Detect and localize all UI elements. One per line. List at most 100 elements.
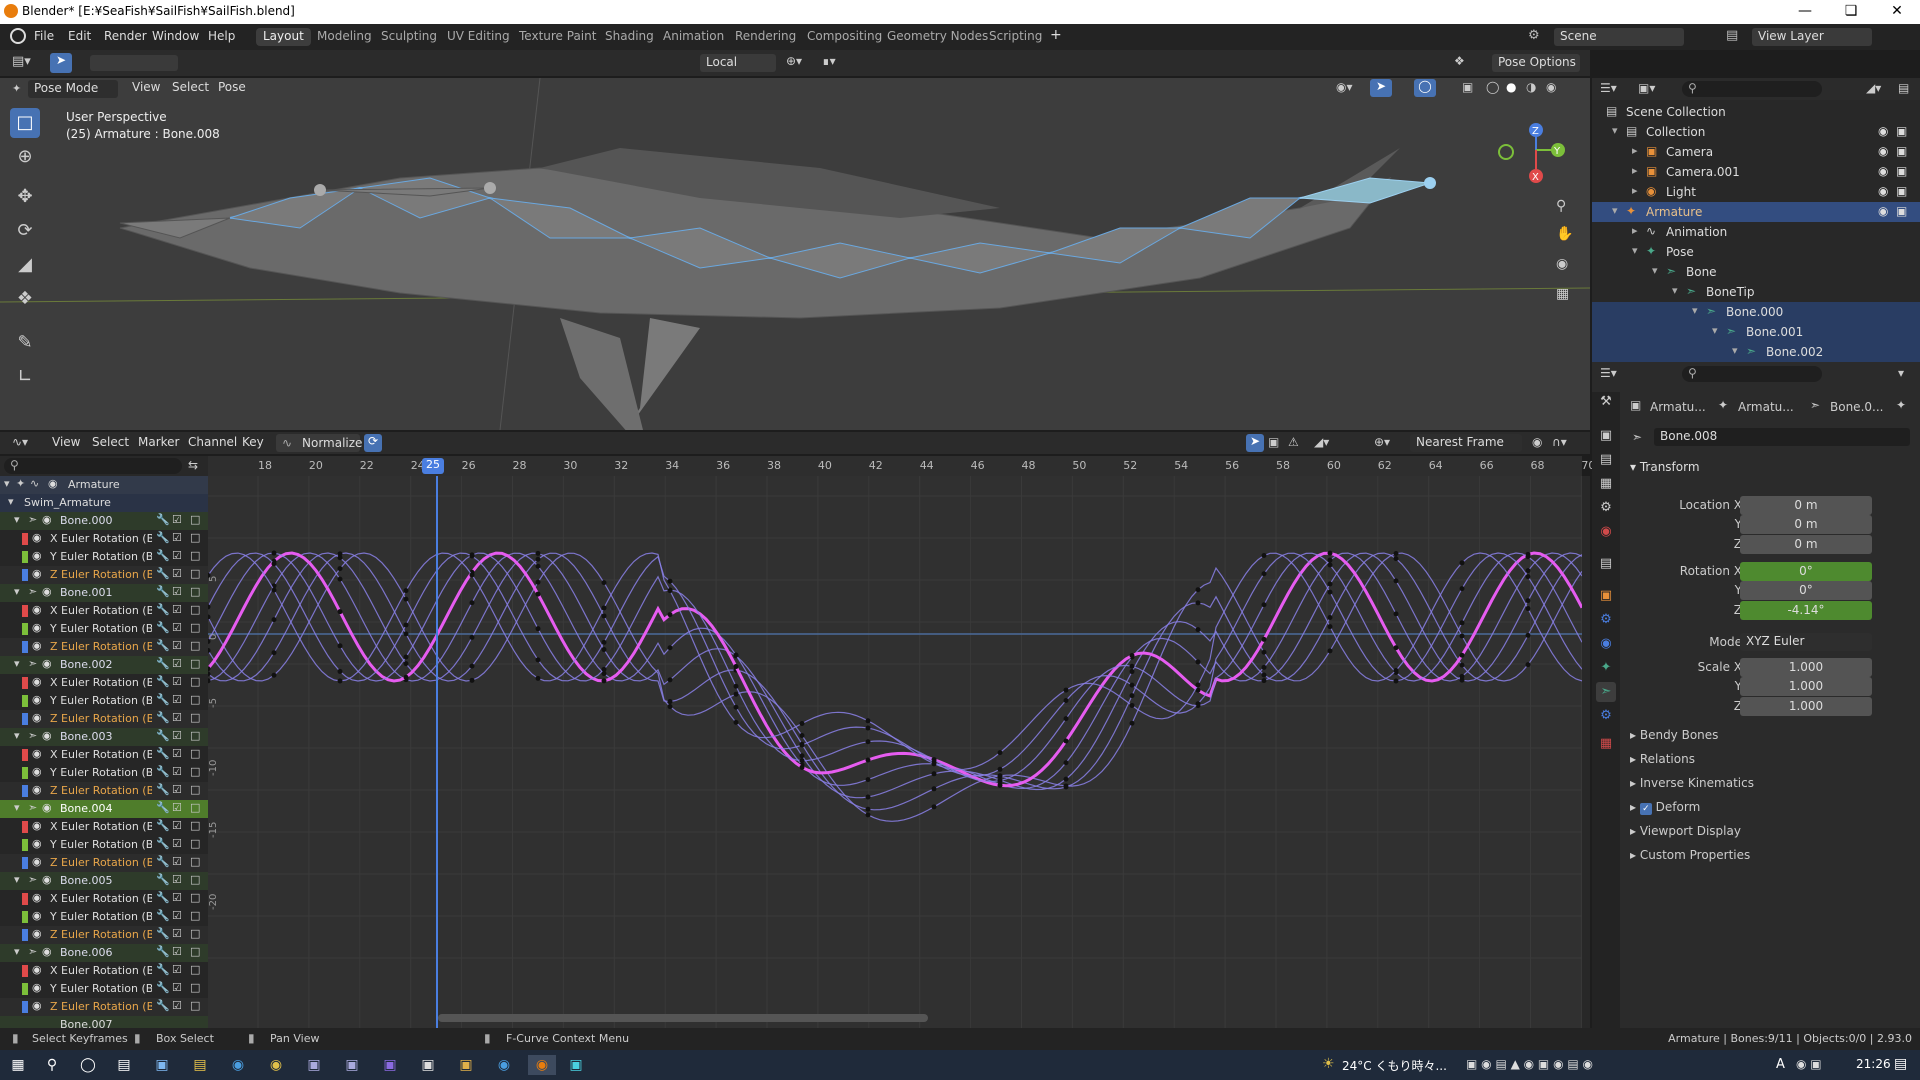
notification-icon[interactable]: ▤: [1894, 1056, 1907, 1072]
visibility-eye-icon[interactable]: ◉: [32, 693, 42, 706]
mute-checkbox[interactable]: ☑: [172, 639, 182, 652]
render-camera-icon[interactable]: ▣: [1896, 124, 1907, 138]
bone-000-row[interactable]: ▾ ➣ Bone.000: [1592, 302, 1920, 322]
proportional-edit-icon[interactable]: ◉: [1532, 435, 1542, 449]
lock-icon[interactable]: □: [190, 729, 200, 742]
app-icon[interactable]: ▣: [304, 1055, 324, 1075]
visibility-eye-icon[interactable]: ◉: [32, 567, 42, 580]
lock-icon[interactable]: □: [190, 801, 200, 814]
normalize-refresh-icon[interactable]: ⟳: [364, 434, 382, 452]
visibility-eye-icon[interactable]: ◉: [32, 747, 42, 760]
expand-arrow-icon[interactable]: ▾: [1612, 204, 1618, 217]
file-explorer-icon[interactable]: ▤: [190, 1055, 210, 1075]
lock-icon[interactable]: □: [190, 765, 200, 778]
scene-collection-row[interactable]: ▤ Scene Collection: [1592, 102, 1920, 122]
visibility-eye-icon[interactable]: ◉: [42, 873, 52, 886]
properties-search-input[interactable]: ⚲: [1682, 366, 1822, 382]
graph-editor-type-icon[interactable]: ∿▾: [12, 435, 28, 449]
render-tab-icon[interactable]: ▣: [1596, 426, 1616, 446]
viewport-menu-view[interactable]: View: [132, 80, 160, 94]
menu-edit[interactable]: Edit: [68, 29, 91, 43]
rotation-z-field[interactable]: -4.14°: [1740, 601, 1872, 620]
fcurve-channel-row[interactable]: ◉ Z Euler Rotation (Bo 🔧 ☑ □: [0, 638, 208, 656]
visibility-eye-icon[interactable]: ◉: [42, 945, 52, 958]
transform-orientation-dropdown[interactable]: Local: [700, 54, 776, 72]
camera-row[interactable]: ▸ ▣ Camera ◉ ▣: [1592, 142, 1920, 162]
modifier-wrench-icon[interactable]: 🔧: [156, 657, 170, 670]
modifier-wrench-icon[interactable]: 🔧: [156, 783, 170, 796]
visibility-eye-icon[interactable]: ◉: [32, 963, 42, 976]
scale-y-field[interactable]: 1.000: [1740, 677, 1872, 696]
camera-view-icon[interactable]: ◉: [1556, 256, 1568, 272]
select-box-tool-icon[interactable]: □: [10, 108, 40, 138]
visibility-eye-icon[interactable]: ◉: [42, 513, 52, 526]
output-tab-icon[interactable]: ▤: [1596, 450, 1616, 470]
bone-001-row[interactable]: ▾ ➣ Bone.001: [1592, 322, 1920, 342]
swap-icon[interactable]: ⇆: [188, 458, 198, 472]
expand-arrow-icon[interactable]: ▾: [14, 513, 20, 526]
modifier-wrench-icon[interactable]: 🔧: [156, 729, 170, 742]
modifier-wrench-icon[interactable]: 🔧: [156, 819, 170, 832]
fcurve-channel-row[interactable]: ◉ Y Euler Rotation (Bo 🔧 ☑ □: [0, 692, 208, 710]
mute-checkbox[interactable]: ☑: [172, 765, 182, 778]
app-icon[interactable]: ▣: [418, 1055, 438, 1075]
physics-tab-icon[interactable]: ◉: [1596, 634, 1616, 654]
visibility-eye-icon[interactable]: ◉: [32, 675, 42, 688]
mute-checkbox[interactable]: ☑: [172, 909, 182, 922]
channel-group-row[interactable]: Bone.007: [0, 1016, 208, 1028]
expand-arrow-icon[interactable]: ▾: [1612, 124, 1618, 137]
fcurve-channel-row[interactable]: ◉ Z Euler Rotation (Bo 🔧 ☑ □: [0, 710, 208, 728]
fcurve-channel-row[interactable]: ◉ X Euler Rotation (Bo 🔧 ☑ □: [0, 890, 208, 908]
lock-icon[interactable]: □: [190, 909, 200, 922]
fcurve-channel-row[interactable]: ◉ Y Euler Rotation (Bo 🔧 ☑ □: [0, 764, 208, 782]
mute-checkbox[interactable]: ☑: [172, 819, 182, 832]
expand-arrow-icon[interactable]: ▾: [14, 729, 20, 742]
bone-002-row[interactable]: ▾ ➣ Bone.002: [1592, 342, 1920, 362]
visibility-eye-icon[interactable]: ◉: [32, 549, 42, 562]
viewport-menu-pose[interactable]: Pose: [218, 80, 246, 94]
mute-checkbox[interactable]: ☑: [172, 981, 182, 994]
modifier-wrench-icon[interactable]: 🔧: [156, 747, 170, 760]
mute-checkbox[interactable]: ☑: [172, 513, 182, 526]
show-hidden-icon[interactable]: ▣: [1268, 435, 1279, 449]
lock-icon[interactable]: □: [190, 999, 200, 1012]
modifier-wrench-icon[interactable]: 🔧: [156, 675, 170, 688]
channel-group-row[interactable]: ▾ ➣ ◉ Bone.004 🔧 ☑ □: [0, 800, 208, 818]
mute-checkbox[interactable]: ☑: [172, 945, 182, 958]
channel-group-row[interactable]: ▾ ➣ ◉ Bone.001 🔧 ☑ □: [0, 584, 208, 602]
tool-tab-icon[interactable]: ⚒: [1596, 392, 1616, 412]
snap-icon[interactable]: ∎▾: [822, 54, 836, 68]
app-icon[interactable]: ▣: [380, 1055, 400, 1075]
bendy-bones-panel[interactable]: ▸ Bendy Bones: [1630, 728, 1718, 742]
expand-arrow-icon[interactable]: ▸: [1632, 184, 1638, 197]
world-tab-icon[interactable]: ◉: [1596, 522, 1616, 542]
falloff-icon[interactable]: ∩▾: [1552, 435, 1567, 449]
display-mode-icon[interactable]: ▣▾: [1638, 81, 1655, 95]
weather-text[interactable]: 24°C くもり時々...: [1342, 1057, 1447, 1074]
close-icon[interactable]: ✕: [1874, 0, 1920, 24]
visibility-eye-icon[interactable]: ◉: [32, 783, 42, 796]
fcurve-channel-row[interactable]: ◉ Z Euler Rotation (Bo 🔧 ☑ □: [0, 998, 208, 1016]
outliner-editor-icon[interactable]: ☰▾: [1600, 81, 1617, 95]
mute-checkbox[interactable]: ☑: [172, 603, 182, 616]
expand-arrow-icon[interactable]: ▾: [1692, 304, 1698, 317]
lock-icon[interactable]: □: [190, 837, 200, 850]
expand-arrow-icon[interactable]: ▾: [8, 495, 14, 508]
camera-001-row[interactable]: ▸ ▣ Camera.001 ◉ ▣: [1592, 162, 1920, 182]
animation-row[interactable]: ▸ ∿ Animation: [1592, 222, 1920, 242]
rendered-shading-icon[interactable]: ◉: [1546, 80, 1556, 94]
zoom-icon[interactable]: ⚲: [1556, 198, 1566, 214]
tab-compositing[interactable]: Compositing: [800, 28, 889, 46]
tray-icons[interactable]: ▣ ◉ ▤ ▲ ◉ ▣ ◉ ▤ ◉: [1466, 1057, 1593, 1071]
deform-panel[interactable]: ▸ ✓ Deform: [1630, 800, 1700, 815]
scene-tab-icon[interactable]: ⚙: [1596, 498, 1616, 518]
frame-ruler[interactable]: 18 20 22 24 26 28 30 32 34 36 38 40 42 44 46 48 50 52 54 56…: [208, 456, 1595, 476]
lock-icon[interactable]: □: [190, 981, 200, 994]
mute-checkbox[interactable]: ☑: [172, 657, 182, 670]
lock-icon[interactable]: □: [190, 747, 200, 760]
mute-checkbox[interactable]: ☑: [172, 549, 182, 562]
graph-menu-marker[interactable]: Marker: [138, 435, 179, 449]
new-collection-icon[interactable]: ▤: [1898, 81, 1909, 95]
chrome-icon[interactable]: ◉: [266, 1055, 286, 1075]
eye-visibility-icon[interactable]: ◉: [1878, 164, 1888, 178]
